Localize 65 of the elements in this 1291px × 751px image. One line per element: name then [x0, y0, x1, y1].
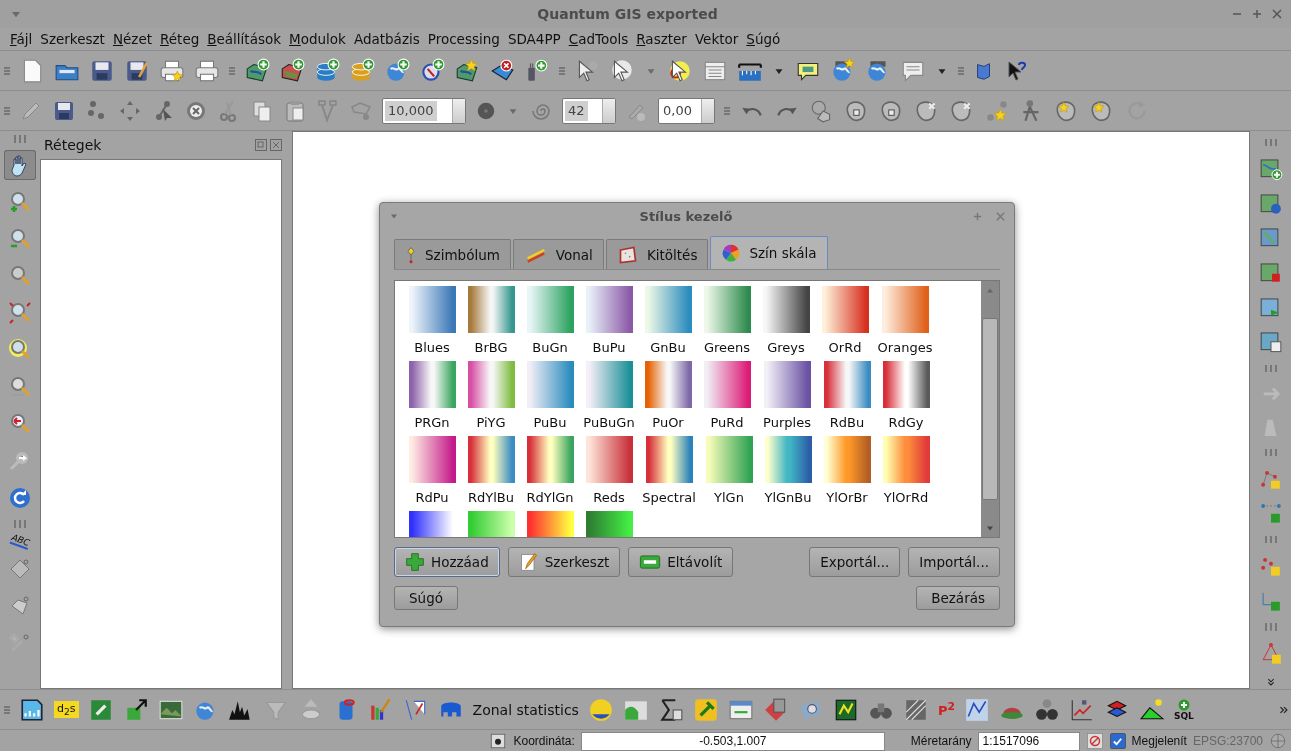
- window-title: Quantum GIS exported: [536, 6, 719, 22]
- dialog-button[interactable]: Eltávolít: [628, 547, 734, 577]
- ramp-name: BrBG: [474, 340, 508, 355]
- menu-item[interactable]: Raszter: [632, 31, 691, 47]
- close-button[interactable]: Bezárás: [916, 586, 1000, 610]
- ramp-name: RdBu: [829, 415, 865, 430]
- ramp-name: Reds: [593, 490, 625, 505]
- ramp-name: PuRd: [710, 415, 744, 430]
- ramp-name: PuOr: [652, 415, 684, 430]
- ramp-name: RdYlGn: [526, 490, 574, 505]
- ramp-name: RdYlBu: [468, 490, 514, 505]
- dialog-button[interactable]: Hozzáad: [394, 547, 500, 577]
- ramp-name: Greys: [767, 340, 805, 355]
- coordinate-label: Koordináta:: [513, 734, 575, 748]
- scale-label: Méretarány: [910, 734, 972, 748]
- menu-item[interactable]: Adatbázis: [349, 31, 424, 47]
- zonal-statistics-button[interactable]: Zonal statistics: [472, 701, 579, 718]
- ramp-name: PuBuGn: [583, 415, 635, 430]
- tab[interactable]: Szimbólum: [394, 239, 511, 269]
- tab[interactable]: Vonal: [512, 239, 604, 269]
- ramp-name: GnBu: [650, 340, 686, 355]
- dialog-button[interactable]: Exportál...: [809, 547, 901, 577]
- ramp-name: PuBu: [533, 415, 567, 430]
- sql-icon[interactable]: SQL: [1174, 710, 1194, 721]
- dialog-button[interactable]: Importál...: [908, 547, 1000, 577]
- ramp-name: PiYG: [476, 415, 506, 430]
- menu-item[interactable]: CadTools: [564, 31, 633, 47]
- ramp-name: YlGn: [714, 490, 744, 505]
- ramp-name: Blues: [414, 340, 450, 355]
- spin-field[interactable]: 42: [562, 97, 616, 124]
- ramp-name: PRGn: [414, 415, 450, 430]
- ramp-name: Greens: [703, 340, 751, 355]
- d2s-icon[interactable]: d$_{2}$s: [54, 700, 79, 719]
- ramp-name: YlGnBu: [764, 490, 812, 505]
- ramp-name: RdPu: [415, 490, 449, 505]
- panel-title: Rétegek: [44, 137, 102, 153]
- tab[interactable]: Szín skála: [710, 236, 828, 269]
- help-button[interactable]: Súgó: [394, 586, 458, 610]
- coordinate-field[interactable]: -0.503,1.007: [580, 731, 885, 751]
- render-label: Megjelenít: [1131, 734, 1187, 748]
- ramp-name: Oranges: [877, 340, 933, 355]
- menu-item[interactable]: Vektor: [690, 31, 743, 47]
- menu-item[interactable]: SDA4PP: [503, 31, 565, 47]
- ramp-name: OrRd: [828, 340, 862, 355]
- spin-field[interactable]: 10,000: [382, 97, 466, 124]
- menu-item[interactable]: Nézet: [108, 31, 156, 47]
- menu-item[interactable]: Réteg: [156, 31, 204, 47]
- ramp-name: YlOrBr: [826, 490, 868, 505]
- dialog-title: Stílus kezelő: [638, 208, 734, 224]
- menu-item[interactable]: Fájl: [6, 31, 37, 47]
- tab[interactable]: Kitöltés: [605, 239, 709, 269]
- menu-item[interactable]: Processing: [423, 31, 504, 47]
- ramp-name: BuGn: [532, 340, 568, 355]
- ramp-name: Purples: [763, 415, 811, 430]
- menu-item[interactable]: Szerkeszt: [36, 31, 109, 47]
- scale-field[interactable]: 1:1517096: [977, 731, 1080, 751]
- ramp-name: RdGy: [888, 415, 924, 430]
- ramp-name: BuPu: [592, 340, 626, 355]
- dialog-button[interactable]: Szerkeszt: [507, 547, 621, 577]
- menu-item[interactable]: Beállítások: [203, 31, 286, 47]
- spin-field[interactable]: 0,00: [658, 97, 715, 124]
- ramp-name: Spectral: [642, 490, 696, 505]
- menu-item[interactable]: Súgó: [742, 31, 785, 47]
- menu-item[interactable]: Modulok: [285, 31, 350, 47]
- ramp-name: YlOrRd: [883, 490, 929, 505]
